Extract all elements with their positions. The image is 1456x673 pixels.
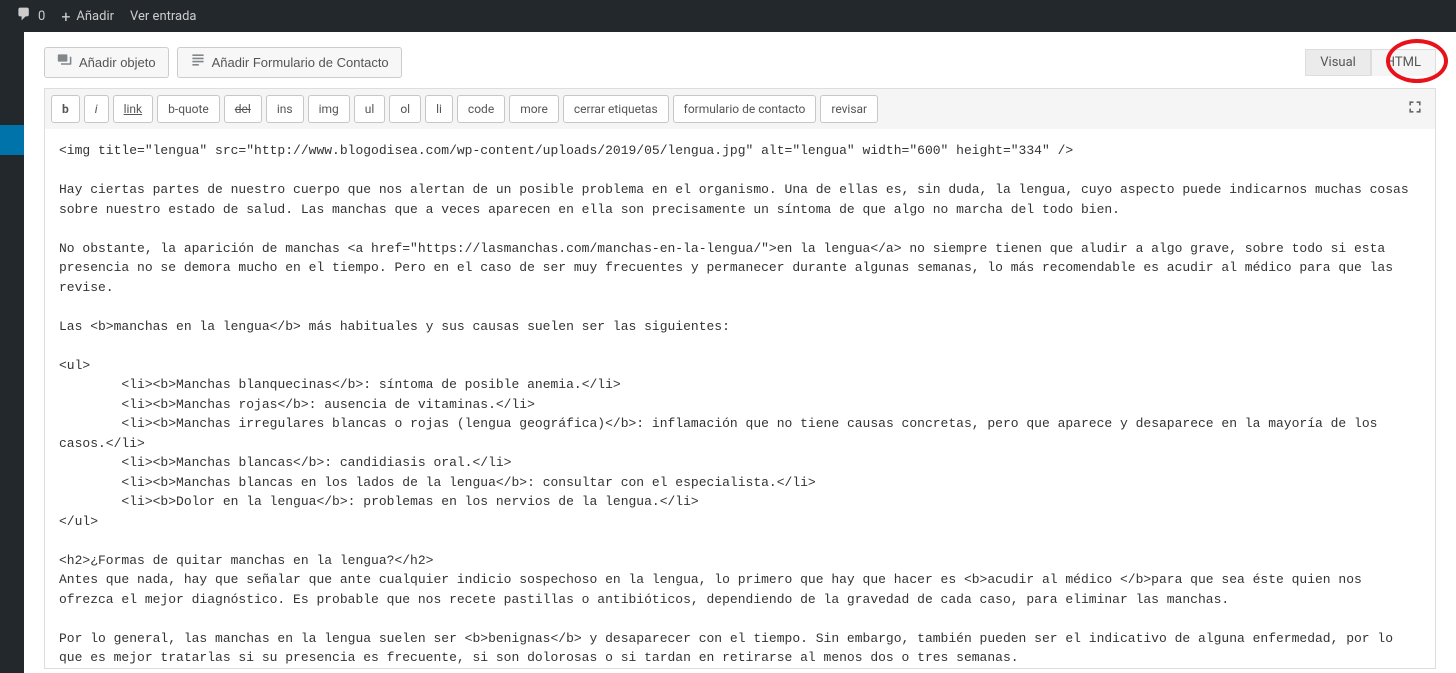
quicktags-toolbar: b i link b-quote del ins img ul ol li co… xyxy=(44,88,1436,129)
comment-icon xyxy=(16,6,32,26)
comments-count: 0 xyxy=(38,9,45,24)
plus-icon: + xyxy=(61,7,70,26)
tab-visual[interactable]: Visual xyxy=(1305,49,1371,76)
qt-ins-button[interactable]: ins xyxy=(266,95,304,123)
qt-bold-button[interactable]: b xyxy=(51,95,80,123)
qt-code-button[interactable]: code xyxy=(457,95,505,123)
media-icon xyxy=(57,52,73,73)
qt-ol-button[interactable]: ol xyxy=(389,95,421,123)
view-entry-link[interactable]: Ver entrada xyxy=(122,0,204,32)
qt-li-button[interactable]: li xyxy=(425,95,453,123)
qt-contact-form-button[interactable]: formulario de contacto xyxy=(673,95,817,123)
add-new-link[interactable]: + Añadir xyxy=(53,0,122,32)
qt-ul-button[interactable]: ul xyxy=(354,95,386,123)
view-entry-label: Ver entrada xyxy=(130,9,196,24)
comments-link[interactable]: 0 xyxy=(8,0,53,32)
admin-sidebar xyxy=(0,32,24,673)
form-icon xyxy=(190,52,206,73)
media-buttons-row: Añadir objeto Añadir Formulario de Conta… xyxy=(44,47,1436,78)
qt-link-button[interactable]: link xyxy=(113,95,154,123)
qt-italic-button[interactable]: i xyxy=(84,95,109,123)
tab-html[interactable]: HTML xyxy=(1371,49,1436,76)
qt-more-button[interactable]: more xyxy=(509,95,559,123)
html-editor-textarea[interactable] xyxy=(44,129,1436,669)
add-contact-form-button[interactable]: Añadir Formulario de Contacto xyxy=(177,47,402,78)
qt-bquote-button[interactable]: b-quote xyxy=(157,95,220,123)
editor-tabs: Visual HTML xyxy=(1305,49,1436,76)
add-contact-form-label: Añadir Formulario de Contacto xyxy=(212,55,389,70)
qt-img-button[interactable]: img xyxy=(308,95,350,123)
sidebar-active-item[interactable] xyxy=(0,125,24,155)
add-media-label: Añadir objeto xyxy=(79,55,156,70)
qt-revise-button[interactable]: revisar xyxy=(820,95,878,123)
add-media-button[interactable]: Añadir objeto xyxy=(44,47,169,78)
admin-bar: 0 + Añadir Ver entrada xyxy=(0,0,1456,32)
qt-close-tags-button[interactable]: cerrar etiquetas xyxy=(563,95,669,123)
add-label: Añadir xyxy=(76,9,114,24)
fullscreen-icon[interactable] xyxy=(1399,93,1431,125)
qt-del-button[interactable]: del xyxy=(224,95,262,123)
editor-container: Añadir objeto Añadir Formulario de Conta… xyxy=(24,32,1456,673)
